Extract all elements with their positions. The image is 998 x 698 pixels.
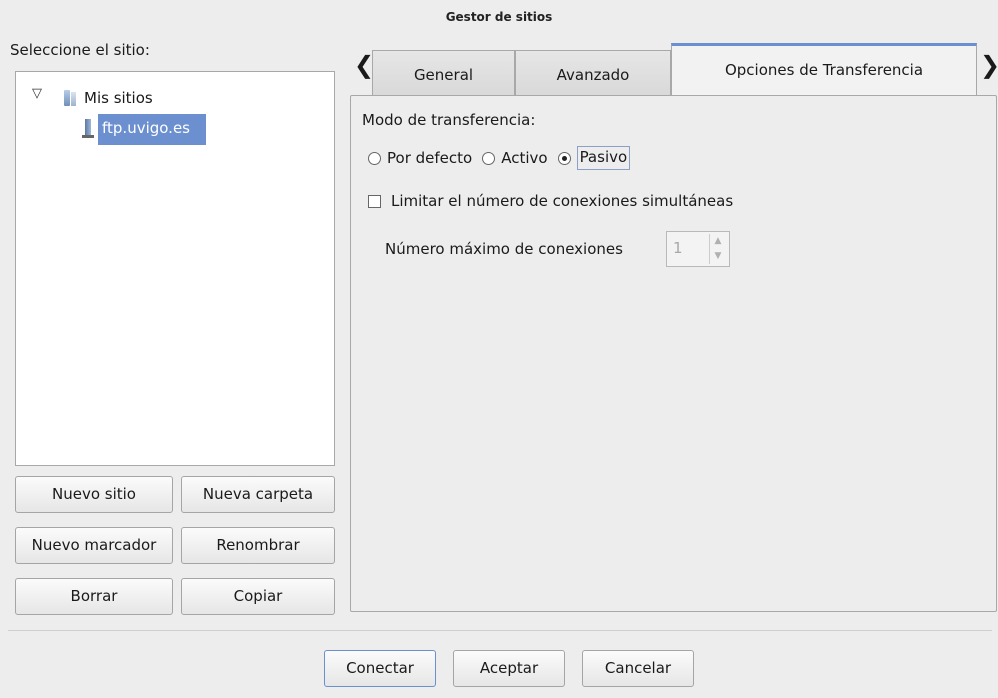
footer-divider (8, 630, 992, 631)
radio-default-label[interactable]: Por defecto (387, 149, 472, 167)
server-icon (82, 118, 94, 140)
chevron-up-icon[interactable]: ▲ (710, 234, 726, 249)
tab-general[interactable]: General (372, 50, 515, 95)
transfer-options-panel (350, 95, 997, 612)
limit-connections-row: Limitar el número de conexiones simultán… (368, 192, 733, 210)
tree-item-label: Mis sitios (84, 89, 153, 107)
window-title: Gestor de sitios (445, 10, 553, 24)
tab-scroll-right-icon[interactable]: ❯ (980, 50, 998, 80)
copy-button[interactable]: Copiar (181, 578, 335, 615)
radio-active-label[interactable]: Activo (501, 149, 547, 167)
tree-item-label-selected: ftp.uvigo.es (98, 113, 206, 145)
radio-active[interactable] (482, 151, 496, 165)
max-connections-label: Número máximo de conexiones (385, 240, 623, 258)
rename-button[interactable]: Renombrar (181, 527, 335, 564)
cancel-button[interactable]: Cancelar (582, 650, 694, 687)
accept-button[interactable]: Aceptar (453, 650, 565, 687)
limit-connections-label[interactable]: Limitar el número de conexiones simultán… (391, 192, 733, 210)
new-bookmark-button[interactable]: Nuevo marcador (15, 527, 173, 564)
tree-item-mis-sitios[interactable]: Mis sitios (60, 84, 153, 112)
max-connections-stepper[interactable]: 1 ▲ ▼ (666, 231, 730, 267)
radio-passive-label[interactable]: Pasivo (576, 146, 631, 170)
tab-transfer-options[interactable]: Opciones de Transferencia (671, 43, 977, 96)
new-folder-button[interactable]: Nueva carpeta (181, 476, 335, 513)
tab-avanzado[interactable]: Avanzado (515, 50, 671, 95)
site-tree[interactable]: ▽ Mis sitios ftp.uvigo.es (15, 71, 335, 466)
chevron-down-icon[interactable]: ▼ (710, 249, 726, 264)
delete-button[interactable]: Borrar (15, 578, 173, 615)
max-connections-value: 1 (673, 239, 683, 257)
radio-passive[interactable] (557, 151, 571, 165)
radio-default[interactable] (368, 151, 381, 165)
collapse-arrow-icon[interactable]: ▽ (32, 86, 42, 101)
connect-button[interactable]: Conectar (324, 650, 436, 687)
transfer-mode-label: Modo de transferencia: (362, 111, 536, 129)
stepper-buttons: ▲ ▼ (709, 234, 726, 264)
limit-connections-checkbox[interactable] (368, 194, 381, 208)
tree-item-site[interactable]: ftp.uvigo.es (82, 113, 206, 145)
folder-icon (60, 88, 78, 108)
new-site-button[interactable]: Nuevo sitio (15, 476, 173, 513)
transfer-mode-group: Por defecto Activo Pasivo (368, 146, 631, 170)
select-site-label: Seleccione el sitio: (10, 41, 150, 59)
